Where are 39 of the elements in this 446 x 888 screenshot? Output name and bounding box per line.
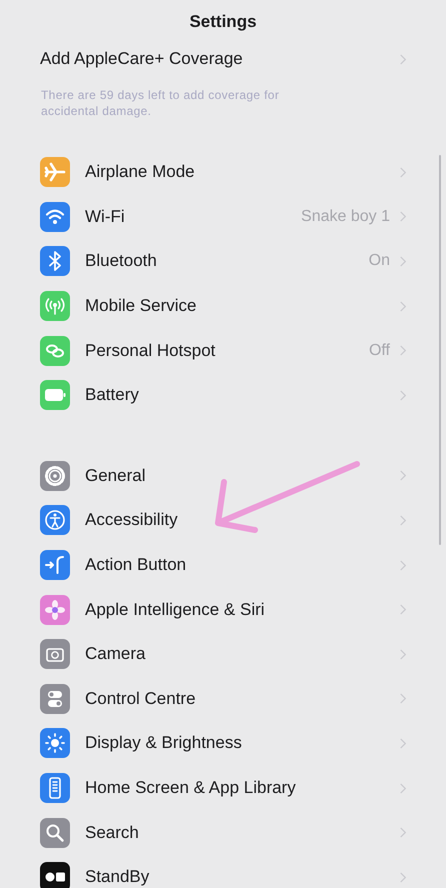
setting-label[interactable]: Battery xyxy=(85,385,139,406)
screen-title: Settings xyxy=(188,11,258,33)
setting-label[interactable]: General xyxy=(85,466,146,486)
chevron-icon xyxy=(400,256,406,267)
setting-label[interactable]: StandBy xyxy=(85,867,150,888)
setting-label[interactable]: Airplane Mode xyxy=(85,162,195,182)
setting-label[interactable]: Wi-Fi xyxy=(85,206,125,227)
setting-label[interactable]: Bluetooth xyxy=(85,251,157,272)
chevron-icon xyxy=(400,604,406,616)
chevron-icon xyxy=(400,738,406,749)
chevron-icon xyxy=(400,470,406,482)
coverage-note: There are 59 days left to add coverage for accidental damage. xyxy=(41,87,280,119)
applecare-label[interactable]: Add AppleCare+ Coverage xyxy=(40,49,243,69)
setting-label[interactable]: Action Button xyxy=(85,555,186,576)
chevron-icon xyxy=(400,211,406,222)
setting-label[interactable]: Personal Hotspot xyxy=(85,340,216,361)
setting-label[interactable]: Accessibility xyxy=(85,510,178,530)
chevron-icon xyxy=(400,345,406,356)
chevron-icon xyxy=(400,827,406,838)
setting-label[interactable]: Mobile Service xyxy=(85,296,196,316)
chevron-icon xyxy=(400,648,406,660)
setting-label[interactable]: Control Centre xyxy=(85,688,196,709)
setting-label[interactable]: Search xyxy=(85,822,139,843)
chevron-icon xyxy=(400,166,406,178)
chevron-icon xyxy=(400,54,406,64)
chevron-icon xyxy=(400,390,406,401)
setting-value: On xyxy=(368,252,390,270)
setting-label[interactable]: Camera xyxy=(85,644,146,664)
setting-value: Off xyxy=(368,342,390,360)
chevron-icon xyxy=(400,560,406,571)
chevron-icon xyxy=(400,782,406,794)
setting-label[interactable]: Apple Intelligence & Siri xyxy=(85,600,265,620)
setting-label[interactable]: Home Screen & App Library xyxy=(85,778,296,798)
chevron-icon xyxy=(400,872,406,883)
chevron-icon xyxy=(400,693,406,704)
setting-label[interactable]: Display & Brightness xyxy=(85,733,242,754)
setting-value: Snake boy 1 xyxy=(301,208,390,226)
chevron-icon xyxy=(400,514,406,526)
chevron-icon xyxy=(400,300,406,312)
